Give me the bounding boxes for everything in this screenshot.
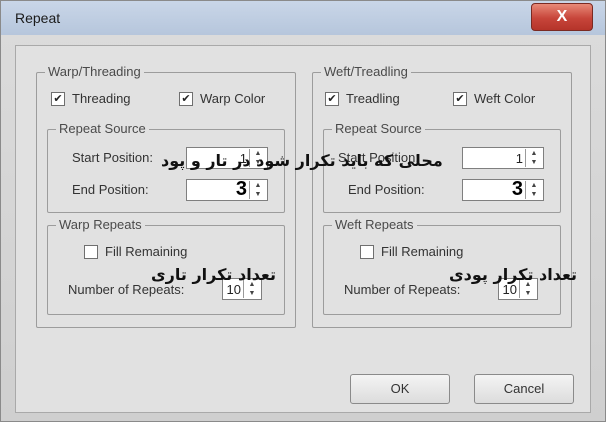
repeat-location-annotation: محلی که باید تکرار شود در تار و پود	[161, 151, 443, 170]
warp-threading-group: Warp/Threading ✔ Threading ✔ Warp Color …	[36, 64, 296, 328]
weft-repeat-count-annotation: تعداد تکرار پودی	[449, 265, 577, 284]
weft-fill-remaining-checkbox[interactable]: Fill Remaining	[360, 244, 463, 259]
warp-threading-legend: Warp/Threading	[45, 64, 144, 79]
warp-number-of-repeats-label: Number of Repeats:	[68, 282, 185, 297]
weft-end-position-value: 3	[511, 178, 523, 200]
dialog-client-area: Warp/Threading ✔ Threading ✔ Warp Color …	[15, 45, 591, 413]
weft-color-checkbox[interactable]: ✔ Weft Color	[453, 91, 535, 106]
warp-end-position-value: 3	[235, 178, 247, 200]
warp-fill-remaining-label: Fill Remaining	[105, 244, 188, 259]
treadling-label: Treadling	[346, 91, 400, 106]
warp-color-check-icon[interactable]: ✔	[179, 91, 193, 106]
weft-repeat-source-group: Repeat Source Start Position: 1 ▲ ▼ End P…	[323, 121, 561, 213]
threading-check-icon[interactable]: ✔	[51, 91, 65, 106]
weft-number-of-repeats-label: Number of Repeats:	[344, 282, 461, 297]
title-bar: Repeat X	[1, 1, 605, 35]
weft-color-label: Weft Color	[474, 91, 536, 106]
cancel-button[interactable]: Cancel	[474, 374, 574, 404]
spinner-arrows-icon[interactable]: ▲ ▼	[525, 181, 542, 199]
window-title: Repeat	[15, 10, 61, 26]
ok-button[interactable]: OK	[350, 374, 450, 404]
warp-fill-remaining-checkbox[interactable]: Fill Remaining	[84, 244, 187, 259]
weft-treadling-legend: Weft/Treadling	[321, 64, 411, 79]
weft-end-position-spinner[interactable]: 3 ▲ ▼	[462, 178, 544, 201]
weft-fill-remaining-label: Fill Remaining	[381, 244, 464, 259]
warp-repeat-count-annotation: تعداد تکرار تاری	[151, 265, 276, 284]
weft-color-check-icon[interactable]: ✔	[453, 91, 467, 106]
treadling-checkbox[interactable]: ✔ Treadling	[325, 91, 400, 106]
threading-label: Threading	[72, 91, 131, 106]
spinner-arrows-icon[interactable]: ▲ ▼	[525, 149, 542, 167]
treadling-check-icon[interactable]: ✔	[325, 91, 339, 106]
weft-treadling-group: Weft/Treadling ✔ Treadling ✔ Weft Color …	[312, 64, 572, 328]
spinner-arrows-icon[interactable]: ▲ ▼	[249, 181, 266, 199]
weft-start-position-spinner[interactable]: 1 ▲ ▼	[462, 147, 544, 169]
threading-checkbox[interactable]: ✔ Threading	[51, 91, 131, 106]
warp-end-position-spinner[interactable]: 3 ▲ ▼	[186, 178, 268, 201]
warp-end-position-label: End Position:	[72, 182, 149, 197]
warp-fill-check-icon[interactable]	[84, 244, 98, 259]
weft-number-of-repeats-value: 10	[502, 282, 517, 297]
weft-repeat-source-legend: Repeat Source	[332, 121, 425, 136]
weft-start-position-value: 1	[515, 151, 523, 166]
warp-number-of-repeats-value: 10	[226, 282, 241, 297]
weft-fill-check-icon[interactable]	[360, 244, 374, 259]
warp-color-checkbox[interactable]: ✔ Warp Color	[179, 91, 265, 106]
warp-repeat-source-group: Repeat Source Start Position: 1 ▲ ▼ End P…	[47, 121, 285, 213]
repeat-dialog: Repeat X Warp/Threading ✔ Threading ✔ Wa…	[0, 0, 606, 422]
weft-repeats-legend: Weft Repeats	[332, 217, 417, 232]
warp-repeat-source-legend: Repeat Source	[56, 121, 149, 136]
warp-repeats-legend: Warp Repeats	[56, 217, 145, 232]
close-button[interactable]: X	[531, 3, 593, 31]
warp-start-position-label: Start Position:	[72, 150, 153, 165]
weft-end-position-label: End Position:	[348, 182, 425, 197]
warp-color-label: Warp Color	[200, 91, 266, 106]
